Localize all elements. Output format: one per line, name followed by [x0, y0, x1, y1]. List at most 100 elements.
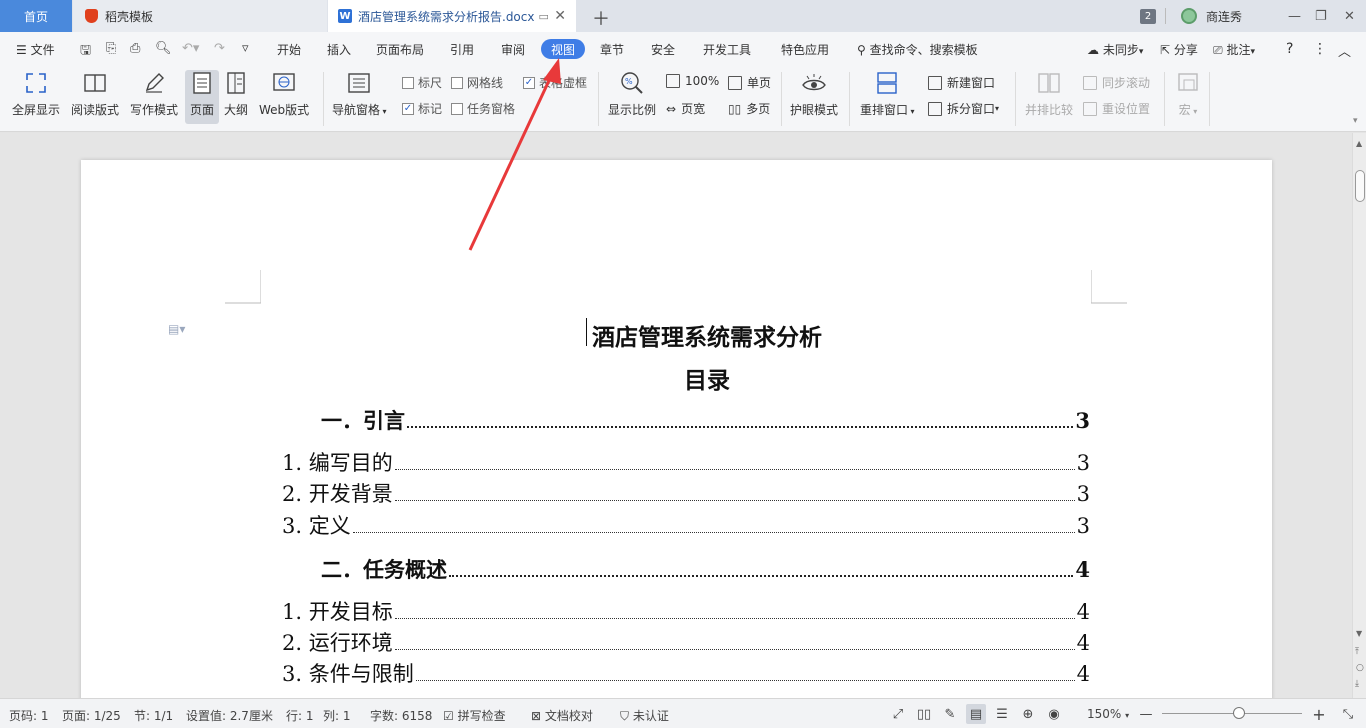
writing-mode-status-icon[interactable]: ✎: [942, 706, 958, 722]
navigation-pane-button[interactable]: 导航窗格 ▾: [332, 70, 387, 118]
comment-button[interactable]: ⎚ 批注▾: [1213, 41, 1255, 58]
writing-mode-button[interactable]: 写作模式: [130, 70, 178, 118]
status-pages[interactable]: 页面: 1/25: [62, 707, 121, 724]
user-account[interactable]: 商连秀: [1181, 0, 1242, 32]
fit-window-icon[interactable]: ⤡: [1340, 706, 1356, 722]
new-window-button[interactable]: 新建窗口: [928, 74, 995, 91]
tab-home[interactable]: 首页: [0, 0, 72, 32]
fullscreen-status-icon[interactable]: ⤢: [890, 706, 906, 722]
eye-protection-status-icon[interactable]: ◉: [1046, 706, 1062, 722]
multi-page-button[interactable]: ▯▯ 多页: [728, 100, 770, 117]
ruler-checkbox[interactable]: 标尺: [402, 74, 442, 91]
page-view-status-icon[interactable]: ▤: [966, 704, 986, 724]
scroll-down-icon[interactable]: ▼: [1356, 629, 1362, 638]
zoom-slider-handle[interactable]: [1233, 707, 1245, 719]
help-icon[interactable]: ?: [1286, 41, 1293, 57]
zoom-out-icon[interactable]: —: [1138, 706, 1154, 722]
sync-scroll-button[interactable]: 同步滚动: [1083, 74, 1150, 91]
document-page[interactable]: ▤▾ 酒店管理系统需求分析 目录 一．引言 3 1. 编写目的 3 2. 开发背景 3…: [81, 160, 1272, 698]
zoom-button[interactable]: % 显示比例: [608, 70, 656, 118]
macro-button[interactable]: 宏 ▾: [1175, 70, 1201, 118]
more-icon[interactable]: ⋮: [1313, 41, 1327, 57]
collapse-ribbon-icon[interactable]: ︿: [1338, 41, 1351, 60]
status-page-number[interactable]: 页码: 1: [9, 707, 49, 724]
web-layout-status-icon[interactable]: ⊕: [1020, 706, 1036, 722]
tab-insert[interactable]: 插入: [327, 41, 351, 58]
prev-page-icon[interactable]: ⤒: [1355, 647, 1359, 657]
reading-layout-button[interactable]: 阅读版式: [71, 70, 119, 118]
document-proofing-button[interactable]: ⊠ 文档校对: [531, 707, 593, 724]
share-button[interactable]: ⇱ 分享: [1160, 41, 1198, 58]
scroll-up-icon[interactable]: ▲: [1356, 139, 1362, 148]
web-layout-button[interactable]: Web版式: [259, 70, 309, 118]
side-by-side-button[interactable]: 并排比较: [1025, 70, 1073, 118]
toc-entry[interactable]: 3. 条件与限制 4: [282, 658, 1090, 688]
svg-text:%: %: [625, 77, 633, 86]
tab-daoke-templates[interactable]: 稻壳模板: [73, 0, 327, 32]
toc-entry[interactable]: 3. 定义 3: [282, 510, 1090, 540]
reading-mode-status-icon[interactable]: ▯▯: [916, 706, 932, 722]
status-section[interactable]: 节: 1/1: [134, 707, 173, 724]
status-row[interactable]: 行: 1: [286, 707, 314, 724]
toc-entry[interactable]: 1. 开发目标 4: [282, 596, 1090, 626]
save-icon[interactable]: 🖫: [80, 41, 91, 63]
outline-status-icon[interactable]: ☰: [994, 706, 1010, 722]
status-setting-value[interactable]: 设置值: 2.7厘米: [186, 707, 273, 724]
status-column[interactable]: 列: 1: [323, 707, 351, 724]
scrollbar-thumb[interactable]: [1355, 170, 1365, 202]
popout-icon[interactable]: ▭: [538, 10, 548, 23]
browse-object-icon[interactable]: ○: [1356, 663, 1364, 673]
zoom-100-button[interactable]: 100%: [666, 74, 719, 88]
ribbon-expand-icon[interactable]: ▾: [1353, 116, 1358, 126]
rearrange-windows-button[interactable]: 重排窗口 ▾: [860, 70, 915, 118]
close-window-icon[interactable]: ✕: [1344, 0, 1355, 32]
next-page-icon[interactable]: ⤓: [1355, 679, 1359, 689]
toc-entry[interactable]: 2. 运行环境 4: [282, 627, 1090, 657]
toc-entry[interactable]: 2. 开发背景 3: [282, 478, 1090, 508]
sync-button[interactable]: ☁ 未同步▾: [1087, 41, 1143, 58]
undo-icon[interactable]: ↶▾: [182, 41, 199, 56]
minimize-icon[interactable]: —: [1288, 0, 1301, 32]
toc-entry-page: 3: [1076, 514, 1090, 538]
status-bar: 页码: 1 页面: 1/25 节: 1/1 设置值: 2.7厘米 行: 1 列:…: [0, 698, 1366, 728]
format-painter-icon[interactable]: ⎘: [106, 41, 116, 56]
print-icon[interactable]: ⎙: [130, 41, 140, 56]
reset-position-button[interactable]: 重设位置: [1083, 100, 1150, 117]
eye-protection-button[interactable]: 护眼模式: [790, 70, 838, 118]
tab-document[interactable]: W 酒店管理系统需求分析报告.docx ▭ ✕: [328, 0, 576, 32]
vertical-scrollbar[interactable]: ▲ ▼ ⤒ ○ ⤓: [1352, 133, 1366, 698]
toc-entry[interactable]: 二．任务概述 4: [321, 554, 1090, 584]
zoom-in-icon[interactable]: +: [1311, 705, 1327, 724]
tab-special-features[interactable]: 特色应用: [781, 41, 829, 58]
hamburger-icon: ☰: [16, 43, 27, 57]
toc-entry[interactable]: 1. 编写目的 3: [282, 447, 1090, 477]
split-window-button[interactable]: 拆分窗口 ▾: [928, 100, 999, 117]
outline-view-button[interactable]: 大纲: [223, 70, 249, 118]
fullscreen-button[interactable]: 全屏显示: [12, 70, 60, 118]
customize-quick-access-icon[interactable]: ▿: [242, 41, 249, 56]
tab-chapter[interactable]: 章节: [600, 41, 624, 58]
toc-entry[interactable]: 一．引言 3: [321, 405, 1090, 435]
restore-icon[interactable]: ❐: [1315, 0, 1327, 32]
status-word-count[interactable]: 字数: 6158: [370, 707, 432, 724]
zoom-level[interactable]: 150% ▾: [1087, 707, 1129, 721]
redo-icon[interactable]: ↷: [214, 41, 225, 56]
zoom-slider-track[interactable]: [1162, 713, 1302, 714]
window-count-badge[interactable]: 2: [1140, 0, 1156, 32]
tab-security[interactable]: 安全: [651, 41, 675, 58]
single-page-button[interactable]: 单页: [728, 74, 771, 91]
tab-page-layout[interactable]: 页面布局: [376, 41, 424, 58]
page-view-button[interactable]: 页面: [185, 70, 219, 124]
print-preview-icon[interactable]: 🔍︎: [155, 41, 172, 56]
certification-status[interactable]: ⛉ 未认证: [620, 707, 669, 724]
page-width-button[interactable]: ⇔ 页宽: [666, 100, 705, 117]
file-menu[interactable]: ☰ 文件: [16, 41, 55, 58]
close-tab-icon[interactable]: ✕: [554, 8, 566, 24]
markup-checkbox[interactable]: ✓ 标记: [402, 100, 442, 117]
document-area[interactable]: ▤▾ 酒店管理系统需求分析 目录 一．引言 3 1. 编写目的 3 2. 开发背景 3…: [0, 133, 1352, 698]
tab-developer[interactable]: 开发工具: [703, 41, 751, 58]
tab-start[interactable]: 开始: [277, 41, 301, 58]
new-tab-icon[interactable]: ＋: [592, 5, 610, 31]
command-search[interactable]: ⚲ 查找命令、搜索模板: [857, 41, 978, 58]
spell-check-button[interactable]: ☑ 拼写检查: [443, 707, 506, 724]
